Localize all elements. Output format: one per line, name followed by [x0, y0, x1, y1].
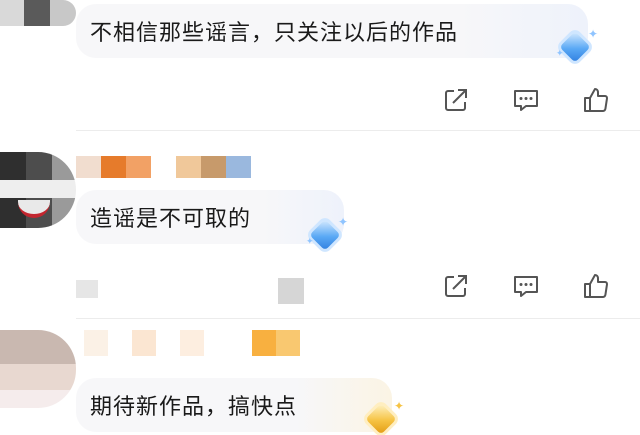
comment-actions — [442, 86, 610, 114]
avatar[interactable] — [0, 330, 76, 408]
sparkle-icon: ✦ — [556, 49, 564, 59]
avatar[interactable] — [0, 0, 76, 26]
comment-icon — [514, 276, 538, 297]
avatar[interactable] — [0, 152, 76, 228]
like-button[interactable] — [582, 86, 610, 114]
comment-bubble: 不相信那些谣言，只关注以后的作品 — [76, 4, 588, 58]
blurred-region — [278, 278, 304, 304]
sparkle-icon: ✦ — [394, 399, 405, 413]
comment-button[interactable] — [512, 86, 540, 114]
username-pixelated[interactable] — [84, 330, 300, 356]
comment-text: 造谣是不可取的 — [90, 207, 252, 232]
sparkle-icon: ✦ — [588, 27, 599, 41]
blurred-region — [76, 280, 98, 298]
comment-button[interactable] — [512, 272, 540, 300]
share-button[interactable] — [442, 86, 470, 114]
comment-bubble: 造谣是不可取的 — [76, 190, 344, 244]
comment-text: 不相信那些谣言，只关注以后的作品 — [90, 21, 459, 46]
comment-text: 期待新作品，搞快点 — [90, 395, 298, 420]
share-icon — [445, 89, 467, 111]
like-button[interactable] — [582, 272, 610, 300]
thumbs-up-icon — [584, 274, 608, 298]
comment-actions — [442, 272, 610, 300]
share-button[interactable] — [442, 272, 470, 300]
divider — [76, 130, 640, 131]
username-pixelated[interactable] — [76, 156, 251, 178]
comment-icon — [514, 90, 538, 111]
divider — [76, 318, 640, 319]
comment-bubble: 期待新作品，搞快点 — [76, 378, 392, 432]
sparkle-icon: ✦ — [338, 215, 349, 229]
thumbs-up-icon — [584, 88, 608, 112]
share-icon — [445, 275, 467, 297]
sparkle-icon: ✦ — [306, 237, 314, 247]
